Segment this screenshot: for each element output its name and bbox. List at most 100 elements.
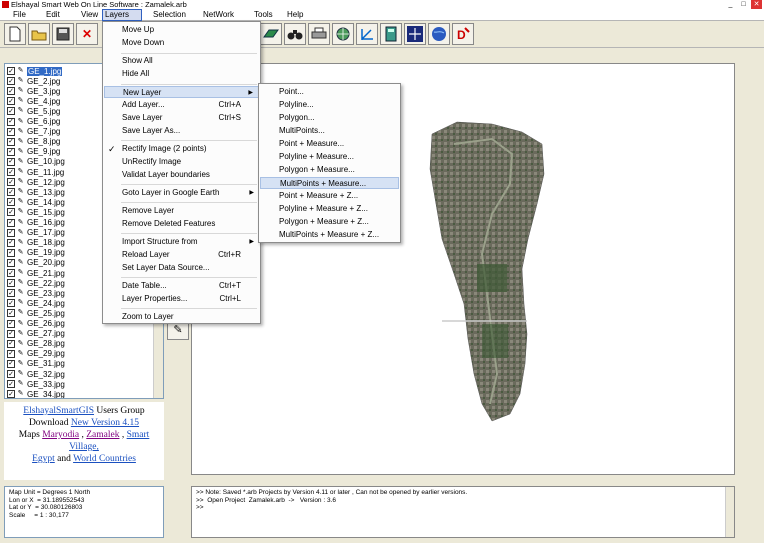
earth-icon[interactable] (428, 23, 450, 45)
eraser-icon[interactable] (260, 23, 282, 45)
submenu-item-polyline-measure-z[interactable]: Polyline + Measure + Z... (260, 203, 399, 215)
map-link-maryodia[interactable]: Maryodia (42, 430, 79, 440)
submenu-item-multipoints-measure-z[interactable]: MultiPoints + Measure + Z... (260, 229, 399, 241)
layer-row[interactable]: ✓ ✎ GE_12.jpg (7, 177, 65, 187)
layer-row[interactable]: ✓ ✎ GE_4.jpg (7, 96, 60, 106)
visibility-checkbox[interactable]: ✓ (7, 248, 15, 257)
layer-row[interactable]: ✓ ✎ GE_25.jpg (7, 308, 65, 318)
calculator-icon[interactable] (380, 23, 402, 45)
pdf-icon[interactable]: D (452, 23, 474, 45)
printer-icon[interactable] (308, 23, 330, 45)
layer-row[interactable]: ✓ ✎ GE_6.jpg (7, 117, 60, 127)
menu-layers[interactable]: Layers (102, 9, 142, 21)
layer-row[interactable]: ✓ ✎ GE_29.jpg (7, 349, 65, 359)
layer-row[interactable]: ✓ ✎ GE_28.jpg (7, 339, 65, 349)
axis-icon[interactable] (356, 23, 378, 45)
layer-row[interactable]: ✓ ✎ GE_27.jpg (7, 329, 65, 339)
layer-row[interactable]: ✓ ✎ GE_17.jpg (7, 228, 65, 238)
menu-item-show-all[interactable]: Show All (104, 55, 259, 67)
layer-row[interactable]: ✓ ✎ GE_2.jpg (7, 76, 60, 86)
visibility-checkbox[interactable]: ✓ (7, 117, 15, 126)
visibility-checkbox[interactable]: ✓ (7, 238, 15, 247)
submenu-item-polygon-measure-z[interactable]: Polygon + Measure + Z... (260, 216, 399, 228)
layer-row[interactable]: ✓ ✎ GE_31.jpg (7, 359, 65, 369)
visibility-checkbox[interactable]: ✓ (7, 188, 15, 197)
map-link-zamalek[interactable]: Zamalek (86, 430, 119, 440)
menu-item-reload-layer[interactable]: Reload Layer Ctrl+R (104, 249, 259, 261)
binoculars-icon[interactable] (284, 23, 306, 45)
visibility-checkbox[interactable]: ✓ (7, 390, 15, 398)
visibility-checkbox[interactable]: ✓ (7, 137, 15, 146)
menu-tools[interactable]: Tools (252, 9, 275, 21)
layer-row[interactable]: ✓ ✎ GE_11.jpg (7, 167, 64, 177)
visibility-checkbox[interactable]: ✓ (7, 178, 15, 187)
visibility-checkbox[interactable]: ✓ (7, 258, 15, 267)
menu-network[interactable]: NetWork (201, 9, 236, 21)
menu-item-hide-all[interactable]: Hide All (104, 68, 259, 80)
layer-row[interactable]: ✓ ✎ GE_16.jpg (7, 218, 65, 228)
layer-row[interactable]: ✓ ✎ GE_14.jpg (7, 197, 65, 207)
maximize-button[interactable]: □ (738, 0, 749, 9)
submenu-item-point-measure[interactable]: Point + Measure... (260, 138, 399, 150)
layer-row[interactable]: ✓ ✎ GE_20.jpg (7, 258, 65, 268)
submenu-item-polyline-measure[interactable]: Polyline + Measure... (260, 151, 399, 163)
menu-help[interactable]: Help (285, 9, 305, 21)
visibility-checkbox[interactable]: ✓ (7, 289, 15, 298)
visibility-checkbox[interactable]: ✓ (7, 208, 15, 217)
layer-row[interactable]: ✓ ✎ GE_24.jpg (7, 298, 65, 308)
visibility-checkbox[interactable]: ✓ (7, 359, 15, 368)
menu-item-layer-properties[interactable]: Layer Properties... Ctrl+L (104, 293, 259, 305)
menu-item-save-layer-as[interactable]: Save Layer As... (104, 125, 259, 137)
layer-row[interactable]: ✓ ✎ GE_7.jpg (7, 127, 60, 137)
layer-row[interactable]: ✓ ✎ GE_26.jpg (7, 319, 65, 329)
menu-file[interactable]: File (11, 9, 28, 21)
layer-row[interactable]: ✓ ✎ GE_34.jpg (7, 389, 65, 398)
new-file-icon[interactable] (4, 23, 26, 45)
layer-row[interactable]: ✓ ✎ GE_19.jpg (7, 248, 65, 258)
visibility-checkbox[interactable]: ✓ (7, 228, 15, 237)
visibility-checkbox[interactable]: ✓ (7, 67, 15, 75)
visibility-checkbox[interactable]: ✓ (7, 370, 15, 378)
visibility-checkbox[interactable]: ✓ (7, 97, 15, 106)
visibility-checkbox[interactable]: ✓ (7, 380, 15, 389)
visibility-checkbox[interactable]: ✓ (7, 87, 15, 96)
layer-row[interactable]: ✓ ✎ GE_8.jpg (7, 137, 60, 147)
map-link-egypt[interactable]: Egypt (32, 454, 55, 464)
map-link-world-countries[interactable]: World Countries (73, 454, 136, 464)
visibility-checkbox[interactable]: ✓ (7, 309, 15, 318)
visibility-checkbox[interactable]: ✓ (7, 329, 15, 338)
open-folder-icon[interactable] (28, 23, 50, 45)
visibility-checkbox[interactable]: ✓ (7, 107, 15, 116)
visibility-checkbox[interactable]: ✓ (7, 349, 15, 358)
close-button[interactable]: ✕ (751, 0, 762, 9)
submenu-item-multipoints-measure[interactable]: MultiPoints + Measure... (260, 177, 399, 189)
submenu-item-multipoints[interactable]: MultiPoints... (260, 125, 399, 137)
layer-row[interactable]: ✓ ✎ GE_1.jpg (7, 66, 63, 76)
layer-row[interactable]: ✓ ✎ GE_32.jpg (7, 369, 65, 379)
star-sparkle-icon[interactable] (404, 23, 426, 45)
menu-item-unrectify-image[interactable]: UnRectify Image (104, 156, 259, 168)
layer-row[interactable]: ✓ ✎ GE_9.jpg (7, 147, 60, 157)
visibility-checkbox[interactable]: ✓ (7, 127, 15, 136)
menu-item-remove-layer[interactable]: Remove Layer (104, 205, 259, 217)
menu-item-rectify-image[interactable]: ✓ Rectify Image (2 points) (104, 143, 259, 155)
menu-selection[interactable]: Selection (151, 9, 188, 21)
menu-edit[interactable]: Edit (44, 9, 62, 21)
menu-item-save-layer[interactable]: Save Layer Ctrl+S (104, 112, 259, 124)
message-console[interactable]: >> Note: Saved *.arb Projects by Version… (191, 486, 735, 538)
visibility-checkbox[interactable]: ✓ (7, 168, 15, 176)
menu-item-validate-boundaries[interactable]: Validat Layer boundaries (104, 169, 259, 181)
save-disk-icon[interactable] (52, 23, 74, 45)
menu-item-move-down[interactable]: Move Down (104, 37, 259, 49)
layer-row[interactable]: ✓ ✎ GE_3.jpg (7, 86, 60, 96)
visibility-checkbox[interactable]: ✓ (7, 339, 15, 348)
visibility-checkbox[interactable]: ✓ (7, 198, 15, 207)
console-scrollbar[interactable] (725, 487, 734, 537)
submenu-item-point-measure-z[interactable]: Point + Measure + Z... (260, 190, 399, 202)
visibility-checkbox[interactable]: ✓ (7, 299, 15, 308)
group-link[interactable]: ElshayalSmartGIS (23, 406, 94, 416)
globe-layers-icon[interactable] (332, 23, 354, 45)
menu-item-remove-deleted-features[interactable]: Remove Deleted Features (104, 218, 259, 230)
layer-row[interactable]: ✓ ✎ GE_22.jpg (7, 278, 65, 288)
download-link[interactable]: New Version 4.15 (71, 418, 139, 428)
